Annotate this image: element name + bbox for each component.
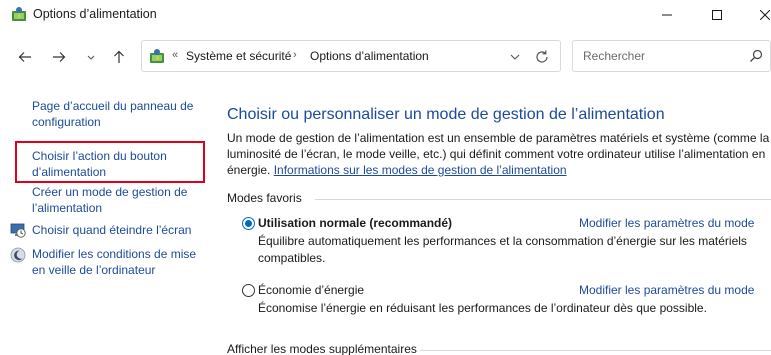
up-button[interactable] [108, 46, 130, 68]
plan-description-power-saver: Économise l’énergie en réduisant les per… [258, 301, 707, 315]
section-divider [420, 350, 771, 351]
favorites-section-title: Modes favoris [227, 191, 302, 205]
address-bar[interactable]: « Système et sécurité › Options d’alimen… [141, 40, 561, 72]
show-additional-plans-toggle[interactable]: Afficher les modes supplémentaires [227, 342, 417, 355]
minimize-icon [662, 14, 672, 16]
highlight-box [15, 141, 205, 183]
search-box[interactable]: Rechercher [572, 40, 771, 72]
monitor-clock-icon [10, 223, 26, 238]
breadcrumb-power-options[interactable]: Options d’alimentation [310, 49, 429, 63]
sidebar-item-create-power-plan[interactable]: Créer un mode de gestion de l’alimentati… [32, 184, 202, 216]
power-options-icon [150, 49, 164, 63]
address-overflow-chevron[interactable]: « [172, 49, 178, 61]
plan-name-balanced[interactable]: Utilisation normale (recommandé) [258, 216, 452, 230]
power-options-icon [12, 7, 26, 21]
search-icon[interactable] [749, 49, 763, 63]
window-title: Options d’alimentation [33, 7, 157, 21]
page-description: Un mode de gestion de l’alimentation est… [227, 130, 771, 178]
plan-description-balanced: Équilibre automatiquement les performanc… [258, 234, 747, 265]
back-button[interactable] [14, 46, 36, 68]
section-divider [315, 199, 771, 200]
maximize-button[interactable] [694, 0, 740, 30]
plan-radio-power-saver[interactable] [242, 284, 255, 297]
breadcrumb-system-security[interactable]: Système et sécurité [186, 49, 291, 63]
moon-icon [10, 247, 26, 263]
search-input[interactable]: Rechercher [583, 49, 645, 63]
chevron-down-icon[interactable] [508, 50, 522, 64]
close-button[interactable] [742, 0, 771, 30]
change-plan-settings-link-balanced[interactable]: Modifier les paramètres du mode [579, 216, 754, 230]
change-plan-settings-link-power-saver[interactable]: Modifier les paramètres du mode [579, 283, 754, 297]
arrow-left-icon [18, 52, 31, 62]
plan-radio-balanced[interactable] [242, 217, 255, 230]
chevron-down-icon [87, 55, 95, 60]
maximize-icon [712, 10, 722, 20]
title-bar: Options d’alimentation [0, 0, 771, 30]
minimize-button[interactable] [644, 0, 690, 30]
forward-button[interactable] [48, 46, 70, 68]
page-title: Choisir ou personnaliser un mode de gest… [227, 106, 665, 123]
main-content: Choisir ou personnaliser un mode de gest… [215, 90, 771, 355]
power-plans-info-link[interactable]: Informations sur les modes de gestion de… [274, 163, 567, 177]
breadcrumb-separator[interactable]: › [293, 49, 297, 61]
arrow-right-icon [53, 52, 66, 62]
sidebar-item-control-panel-home[interactable]: Page d’accueil du panneau de configurati… [32, 98, 207, 130]
sidebar-item-screen-off[interactable]: Choisir quand éteindre l’écran [32, 222, 202, 238]
sidebar: Page d’accueil du panneau de configurati… [0, 90, 210, 355]
plan-name-power-saver[interactable]: Économie d’énergie [258, 283, 364, 297]
recent-locations-dropdown[interactable] [80, 46, 102, 68]
close-icon [760, 10, 770, 20]
arrow-up-icon [114, 50, 124, 63]
sidebar-item-sleep-settings[interactable]: Modifier les conditions de mise en veill… [32, 246, 207, 278]
refresh-icon[interactable] [534, 49, 550, 65]
